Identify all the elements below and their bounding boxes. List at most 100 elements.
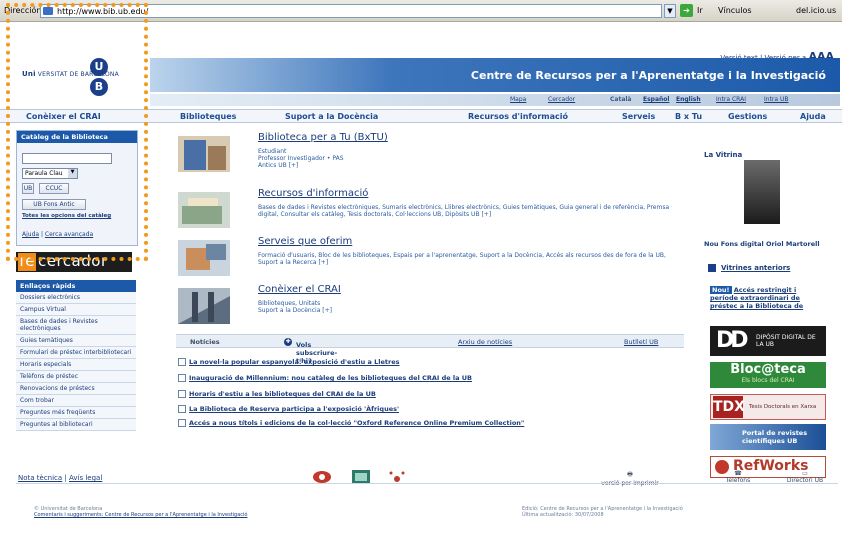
catalog-ub-button[interactable]: UB	[22, 183, 34, 194]
delicious-button[interactable]: del.icio.us	[796, 6, 836, 15]
nav-gestions[interactable]: Gestions	[728, 112, 767, 121]
document-icon	[178, 405, 186, 413]
news-item[interactable]: La novel·la popular espanyola: exposició…	[178, 358, 678, 366]
phones-link[interactable]: ☎ Telèfons	[718, 470, 758, 484]
catalog-search-box: Catàleg de la Biblioteca Paraula Clau ▼ U…	[16, 130, 138, 246]
intra-ub-link[interactable]: Intra UB	[764, 96, 788, 103]
chevron-down-icon: ▼	[68, 169, 77, 178]
catalog-advanced-search-link[interactable]: Cerca avançada	[45, 231, 93, 238]
nav-biblioteques[interactable]: Biblioteques	[180, 112, 236, 121]
technical-note-link[interactable]: Nota tècnica	[18, 474, 62, 482]
news-label: Notícies	[190, 338, 220, 346]
address-field[interactable]: http://www.bib.ub.edu/	[40, 4, 662, 18]
nav-bxtu[interactable]: B x Tu	[675, 112, 702, 121]
catalog-title: Catàleg de la Biblioteca	[17, 131, 137, 143]
news-item[interactable]: Inauguració de Millennium: nou catàleg d…	[178, 374, 678, 382]
footer-divider	[16, 483, 838, 484]
lang-espanol[interactable]: Español	[643, 96, 669, 103]
diposit-digital-banner[interactable]: DD DIPÒSIT DIGITAL DE LA UB	[710, 326, 826, 356]
quick-links-panel: Enllaços ràpids Dossiers electrònics Cam…	[16, 280, 136, 431]
oriol-martorell-photo[interactable]	[744, 160, 780, 224]
news-subscribe-link[interactable]: ✚ Vols subscriure-t'hi?	[284, 338, 337, 365]
phone-icon: ☎	[734, 470, 742, 477]
w3c-logo-icon[interactable]	[352, 470, 370, 484]
quick-link-item[interactable]: Com trobar	[16, 395, 136, 407]
address-dropdown-arrow-icon[interactable]: ▼	[664, 4, 676, 18]
lang-english[interactable]: English	[676, 96, 701, 103]
document-icon	[178, 358, 186, 366]
quick-link-item[interactable]: Horaris especials	[16, 359, 136, 371]
nav-ajuda[interactable]: Ajuda	[800, 112, 826, 121]
section-title[interactable]: Biblioteca per a Tu (BxTU)	[258, 132, 388, 143]
section-title[interactable]: Recursos d'informació	[258, 188, 368, 199]
section-text[interactable]: Biblioteques, Unitats Suport a la Docènc…	[258, 300, 678, 314]
legal-notice-link[interactable]: Avís legal	[69, 474, 102, 482]
quick-link-item[interactable]: Dossiers electrònics	[16, 292, 136, 304]
promo-restricted-access[interactable]: Nou! Accés restringit i període extraord…	[710, 286, 826, 316]
news-item[interactable]: La Biblioteca de Reserva participa a l'e…	[178, 405, 678, 413]
map-link[interactable]: Mapa	[510, 96, 526, 103]
recursos-photo	[178, 192, 230, 228]
recercador-banner[interactable]: re cercador	[16, 252, 132, 272]
previous-showcases[interactable]: Vitrines anteriors	[708, 264, 790, 272]
nav-coneixer-crai[interactable]: Conèixer el CRAI	[26, 112, 101, 121]
site-title: Centre de Recursos per a l'Aprenentatge …	[470, 69, 826, 82]
section-title[interactable]: Conèixer el CRAI	[258, 284, 341, 295]
section-title[interactable]: Serveis que oferim	[258, 236, 352, 247]
ub-logo[interactable]: Uni VERSITAT DE BARCELONA U B	[18, 56, 148, 98]
footer-edit-info: Edició: Centre de Recursos per a l'Apren…	[522, 506, 683, 518]
header-sublinks: Mapa Cercador Català Español English Int…	[150, 94, 840, 106]
quick-link-item[interactable]: Preguntes al bibliotecari	[16, 419, 136, 431]
section-text[interactable]: Formació d'usuaris, Bloc de les bibliote…	[258, 252, 678, 266]
search-link[interactable]: Cercador	[548, 96, 575, 103]
intra-crai-link[interactable]: Intra CRAI	[716, 96, 746, 103]
catalog-help-link[interactable]: Ajuda	[22, 231, 39, 238]
news-bulletin-link[interactable]: Butlletí UB	[624, 338, 658, 346]
section-text[interactable]: Estudiant Professor Investigador • PAS A…	[258, 148, 678, 169]
section-text[interactable]: Bases de dades i Revistes electròniques,…	[258, 204, 678, 218]
footer-links: Nota tècnica | Avís legal	[18, 474, 103, 482]
logo-crest-bottom: B	[90, 78, 108, 96]
accessibility-logo-icon[interactable]	[312, 470, 332, 484]
document-icon	[178, 419, 186, 427]
serveis-photo	[178, 240, 230, 276]
logo-crest-top: U	[90, 58, 108, 76]
news-item[interactable]: Horaris d'estiu a les biblioteques del C…	[178, 390, 678, 398]
links-toolbar-button[interactable]: Vínculos	[718, 6, 752, 15]
bullet-square-icon	[708, 264, 716, 272]
catalog-ccuc-button[interactable]: CCUC	[39, 183, 69, 194]
news-archive-link[interactable]: Arxiu de notícies	[458, 338, 512, 346]
quick-link-item[interactable]: Renovacions de préstecs	[16, 383, 136, 395]
tdx-banner[interactable]: TDX Tesis Doctorals en Xarxa	[710, 394, 826, 420]
contact-link[interactable]: Comentaris i suggeriments: Centre de Rec…	[34, 512, 247, 518]
quick-link-item[interactable]: Bases de dades i Revistes electròniques	[16, 316, 136, 335]
catalog-help-links: Ajuda | Cerca avançada	[22, 231, 94, 238]
main-nav: Conèixer el CRAI Biblioteques Suport a l…	[0, 109, 842, 123]
quick-link-item[interactable]: Campus Virtual	[16, 304, 136, 316]
lang-catala[interactable]: Català	[610, 96, 631, 103]
news-item[interactable]: Accés a nous títols i edicions de la col…	[178, 419, 678, 427]
footer-copyright: © Universitat de Barcelona Comentaris i …	[34, 506, 248, 518]
catalog-fons-antic-button[interactable]: UB Fons Antic	[22, 199, 86, 210]
catalog-search-input[interactable]	[22, 153, 112, 164]
print-version-link[interactable]: 🖶 versió per imprimir	[600, 470, 660, 487]
portal-revistes-banner[interactable]: Portal de revistes científiques UB	[710, 424, 826, 450]
ub-directory-link[interactable]: ▭ Directori UB	[780, 470, 830, 484]
quick-link-item[interactable]: Telèfons de préstec	[16, 371, 136, 383]
quick-link-item[interactable]: Formulari de préstec interbibliotecari	[16, 347, 136, 359]
rss-logo-icon[interactable]	[388, 470, 406, 488]
nav-suport-docencia[interactable]: Suport a la Docència	[285, 112, 378, 121]
vitrina-caption[interactable]: Nou Fons digital Oriol Martorell	[704, 240, 840, 248]
catalog-search-type-select[interactable]: Paraula Clau ▼	[22, 168, 78, 179]
nav-serveis[interactable]: Serveis	[622, 112, 655, 121]
address-url: http://www.bib.ub.edu/	[57, 7, 149, 16]
quick-link-item[interactable]: Guies temàtiques	[16, 335, 136, 347]
nav-recursos-informacio[interactable]: Recursos d'informació	[468, 112, 568, 121]
quick-link-item[interactable]: Preguntes més freqüents	[16, 407, 136, 419]
blocoteca-title: Bloc@teca	[730, 362, 806, 377]
go-arrow-icon[interactable]: ➔	[680, 4, 693, 17]
directory-icon: ▭	[802, 470, 808, 477]
catalog-all-options-link[interactable]: Totes les opcions del catàleg	[22, 213, 111, 219]
go-button[interactable]: Ir	[697, 6, 703, 15]
blocoteca-banner[interactable]: Bloc@teca Els blocs del CRAI	[710, 362, 826, 388]
